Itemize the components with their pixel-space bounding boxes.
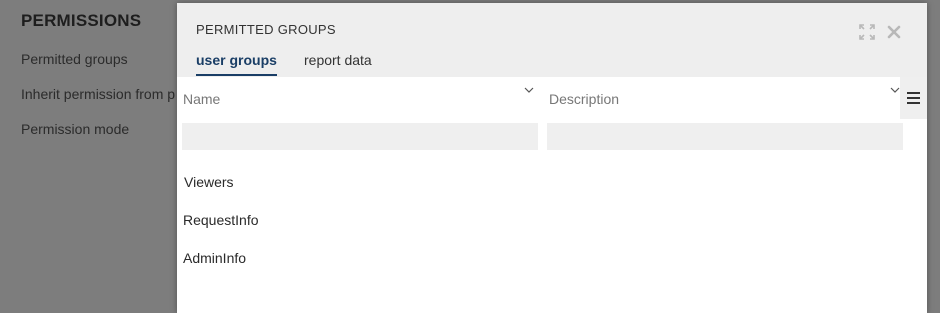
menu-line bbox=[907, 92, 920, 94]
tab-report-data[interactable]: report data bbox=[304, 52, 372, 74]
name-filter-input[interactable] bbox=[182, 123, 538, 150]
table-row[interactable]: RequestInfo bbox=[177, 202, 900, 240]
expand-icon-graphic bbox=[859, 24, 875, 40]
permitted-groups-label: Permitted groups bbox=[21, 51, 128, 67]
description-filter-input[interactable] bbox=[547, 123, 903, 150]
groups-grid: Name Description Viewers RequestInfo Adm… bbox=[177, 77, 927, 313]
tab-user-groups[interactable]: user groups bbox=[196, 52, 277, 76]
permission-mode-label: Permission mode bbox=[21, 121, 130, 137]
column-header-description-label: Description bbox=[549, 91, 620, 107]
dialog-title: PERMITTED GROUPS bbox=[196, 22, 336, 37]
dialog-header: PERMITTED GROUPS user groups report data bbox=[177, 3, 927, 77]
row-name-cell: AdminInfo bbox=[183, 250, 247, 266]
inherit-permission-label: Inherit permission from p bbox=[21, 86, 176, 102]
menu-line bbox=[907, 102, 920, 104]
table-row[interactable]: AdminInfo bbox=[177, 240, 900, 278]
column-menu-icon[interactable] bbox=[900, 77, 927, 119]
column-header-name-label: Name bbox=[183, 91, 221, 107]
expand-icon[interactable] bbox=[857, 24, 877, 44]
menu-line bbox=[907, 97, 920, 99]
close-icon-graphic bbox=[887, 25, 901, 39]
chevron-down-icon[interactable] bbox=[524, 85, 534, 95]
close-icon[interactable] bbox=[884, 24, 904, 44]
table-row[interactable]: Viewers bbox=[177, 164, 900, 202]
page-title: PERMISSIONS bbox=[21, 11, 142, 30]
column-header-description[interactable]: Description bbox=[548, 77, 906, 120]
row-name-cell: Viewers bbox=[184, 174, 234, 190]
row-name-cell: RequestInfo bbox=[183, 212, 259, 228]
permitted-groups-dialog: PERMITTED GROUPS user groups report data… bbox=[177, 3, 927, 313]
column-header-name[interactable]: Name bbox=[182, 77, 540, 120]
chevron-down-icon[interactable] bbox=[890, 85, 900, 95]
